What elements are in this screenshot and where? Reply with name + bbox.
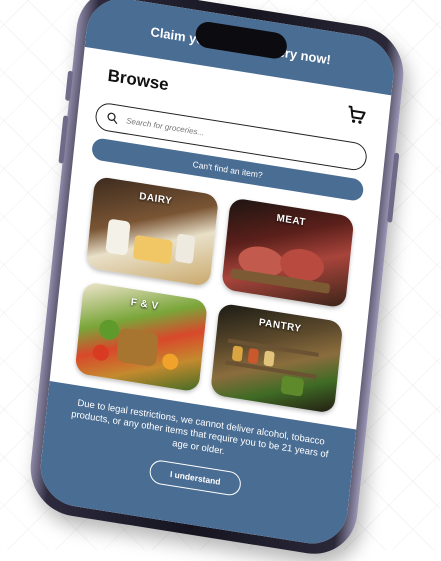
- category-tile-fruit-veg[interactable]: F & V: [74, 281, 208, 393]
- milk-bottle-image: [105, 218, 131, 256]
- category-tile-dairy[interactable]: DAIRY: [85, 175, 219, 287]
- lettuce-image: [98, 318, 121, 342]
- category-label: PANTRY: [258, 317, 302, 335]
- search-icon: [107, 112, 118, 125]
- category-label: DAIRY: [138, 191, 173, 208]
- category-label: MEAT: [275, 212, 307, 229]
- orange-image: [161, 352, 180, 371]
- cart-icon[interactable]: [344, 102, 368, 127]
- jar-image: [231, 345, 244, 362]
- glass-image: [174, 233, 196, 265]
- tomato-image: [92, 343, 110, 362]
- phone-mockup: Claim your first delivery now! Browse: [26, 0, 408, 561]
- category-tile-meat[interactable]: MEAT: [221, 197, 355, 309]
- produce-image: [280, 375, 305, 397]
- jar-image: [247, 347, 260, 365]
- page-title: Browse: [106, 65, 170, 95]
- category-tile-pantry[interactable]: PANTRY: [210, 302, 344, 414]
- i-understand-button[interactable]: I understand: [148, 458, 243, 498]
- basket-image: [116, 327, 160, 368]
- jar-image: [263, 350, 275, 367]
- category-label: F & V: [130, 296, 160, 313]
- phone-screen: Claim your first delivery now! Browse: [37, 0, 397, 549]
- cheese-image: [132, 234, 173, 265]
